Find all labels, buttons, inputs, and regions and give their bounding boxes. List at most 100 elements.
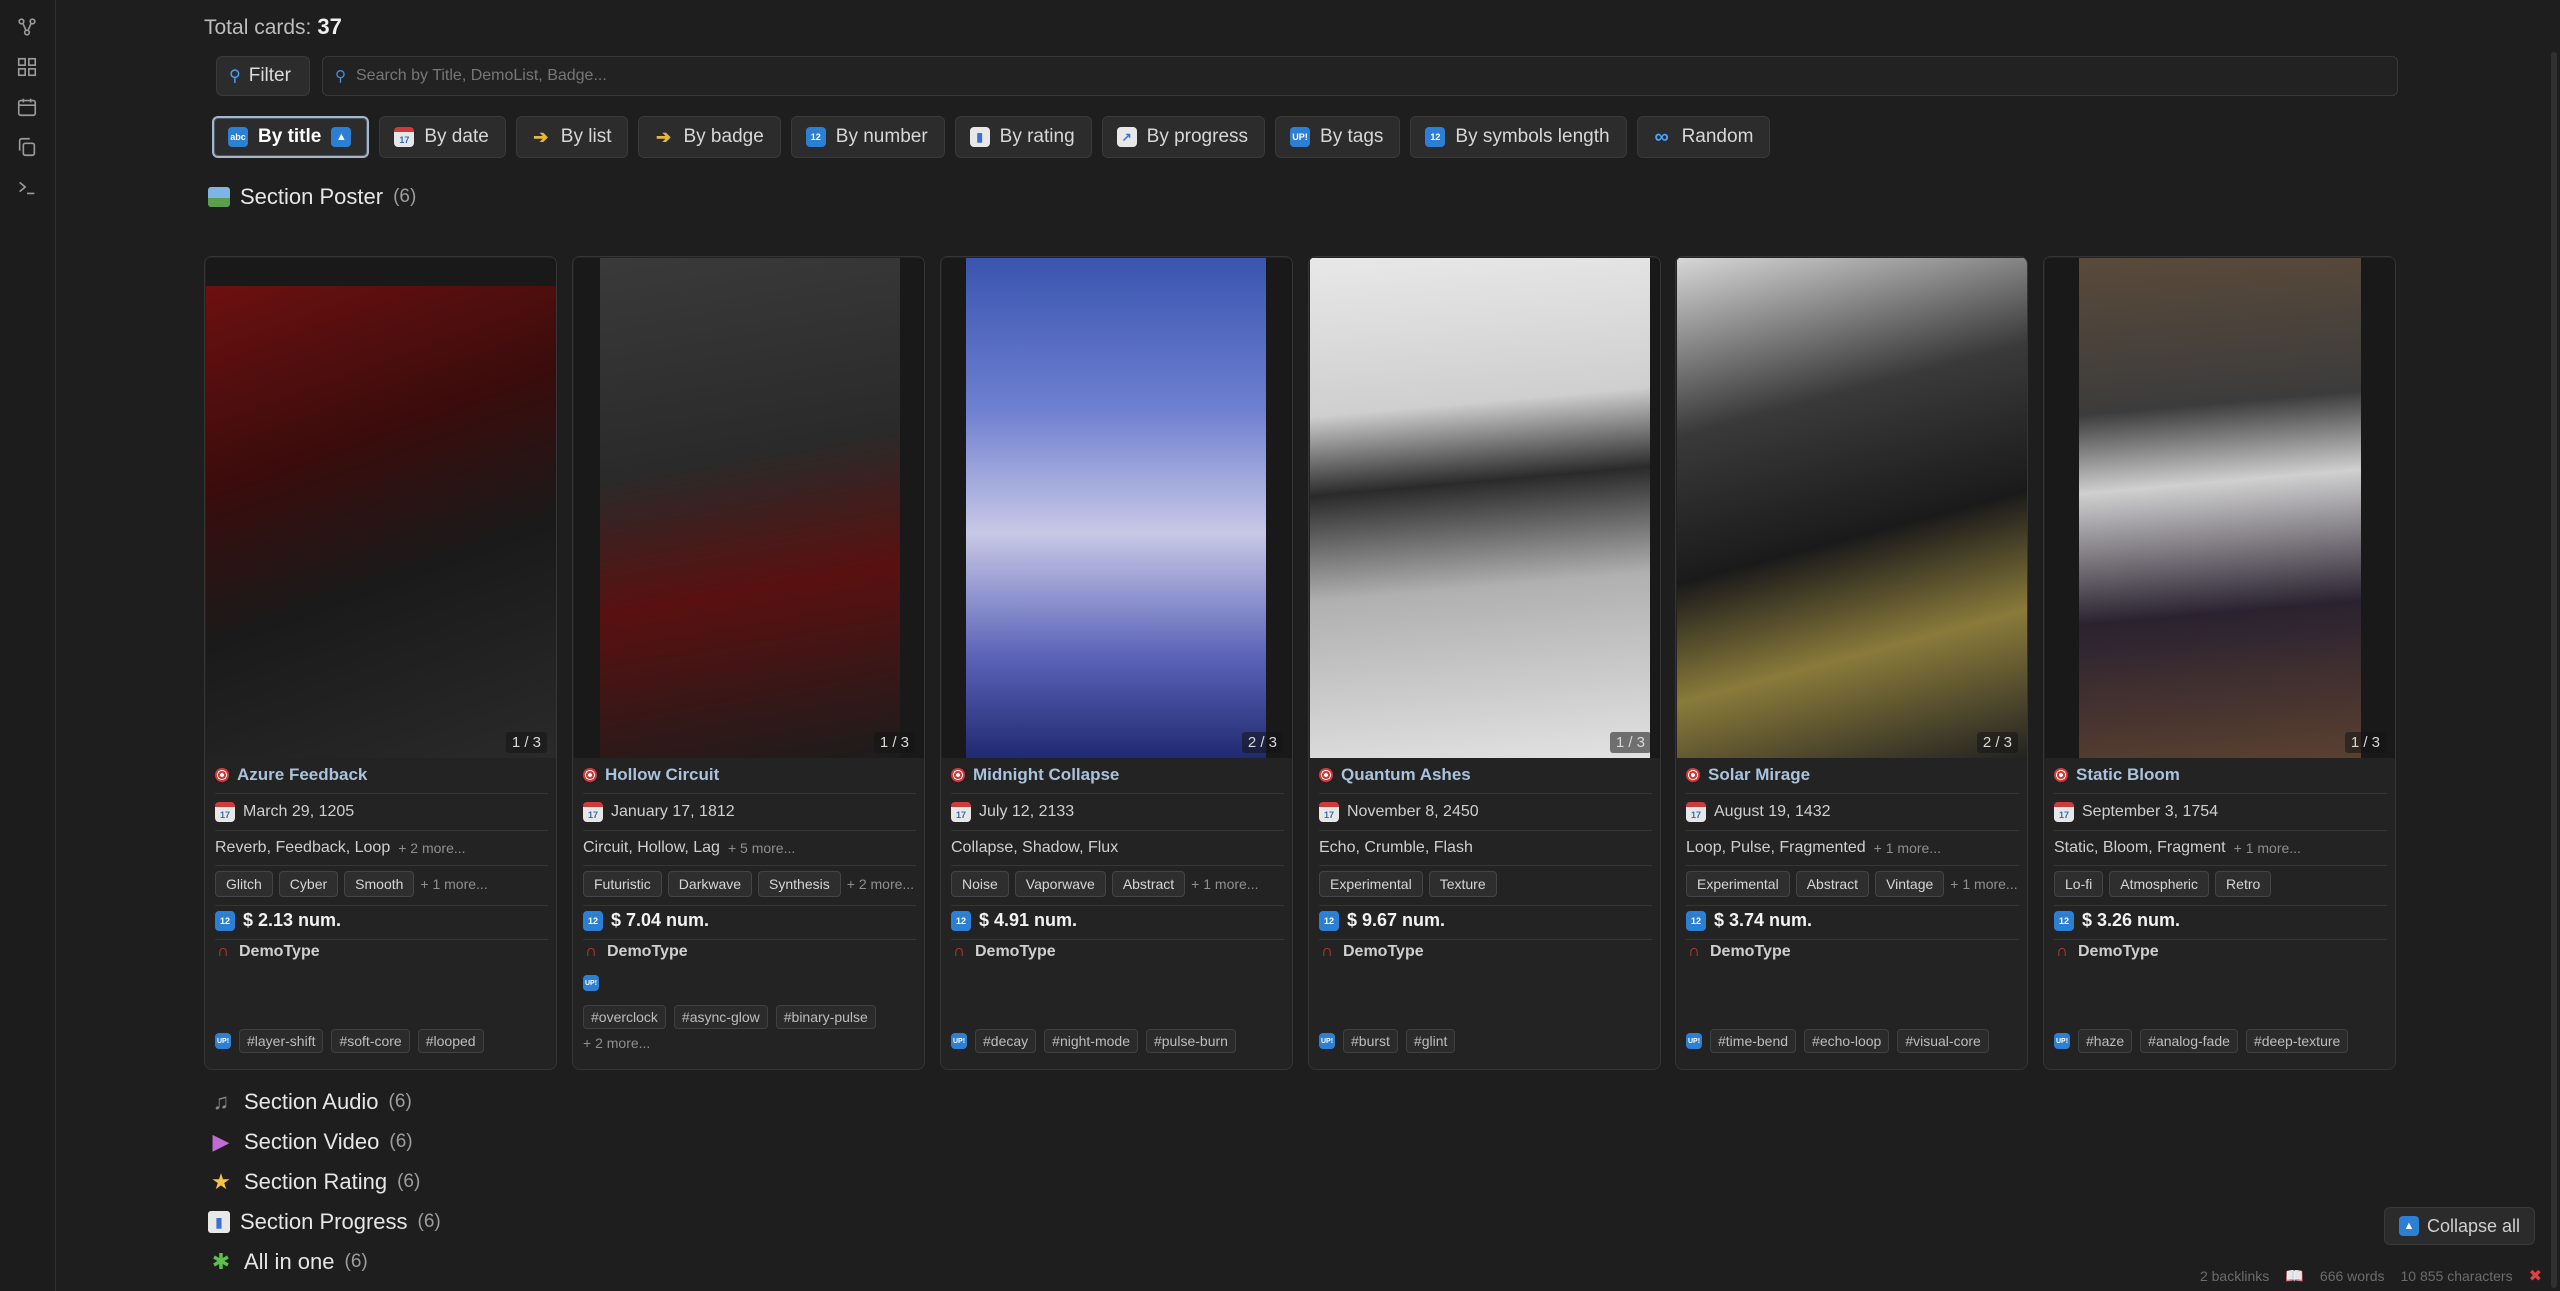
badge-pill[interactable]: Atmospheric — [2109, 871, 2210, 897]
tag-chip[interactable]: #deep-texture — [2245, 1029, 2349, 1053]
card-poster[interactable]: 1 / 3 — [574, 258, 924, 758]
sort-by-date-button[interactable]: 17 By date — [379, 116, 506, 158]
card[interactable]: 1 / 3 Quantum Ashes 17 November 8, 2450 … — [1308, 256, 1661, 1070]
list-more-link[interactable]: + 2 more... — [398, 840, 465, 856]
card-pills-row: Experimental Texture — [1319, 871, 1652, 906]
card-title[interactable]: Static Bloom — [2076, 765, 2180, 785]
search-input[interactable]: ⚲ Search by Title, DemoList, Badge... — [322, 56, 2398, 96]
copy-icon[interactable] — [14, 134, 40, 160]
section-audio-header[interactable]: ♫ Section Audio (6) — [208, 1089, 412, 1115]
badge-pill[interactable]: Synthesis — [758, 871, 841, 897]
card[interactable]: 2 / 3 Midnight Collapse 17 July 12, 2133… — [940, 256, 1293, 1070]
card-poster[interactable]: 2 / 3 — [1677, 258, 2027, 758]
card-poster[interactable]: 1 / 3 — [2045, 258, 2395, 758]
badge-pill[interactable]: Vaporwave — [1014, 871, 1106, 897]
tag-chip[interactable]: #async-glow — [673, 1005, 768, 1029]
badge-pill[interactable]: Lo-fi — [2054, 871, 2104, 897]
tag-chip[interactable]: #layer-shift — [239, 1029, 324, 1053]
poster-pager[interactable]: 1 / 3 — [1609, 732, 1651, 753]
sort-by-progress-button[interactable]: ↗ By progress — [1101, 116, 1266, 158]
badge-pill[interactable]: Smooth — [344, 871, 415, 897]
scrollbar[interactable] — [2551, 52, 2557, 1288]
calendar-icon[interactable] — [14, 94, 40, 120]
list-more-link[interactable]: + 1 more... — [1874, 840, 1941, 856]
section-poster-header[interactable]: Section Poster (6) — [208, 184, 416, 210]
card-title[interactable]: Hollow Circuit — [605, 765, 719, 785]
terminal-icon[interactable] — [14, 174, 40, 200]
badge-pill[interactable]: Vintage — [1875, 871, 1945, 897]
poster-pager[interactable]: 1 / 3 — [873, 732, 915, 753]
section-title: Section Progress — [240, 1209, 408, 1234]
section-progress-header[interactable]: ▮ Section Progress (6) — [208, 1209, 441, 1235]
tag-chip[interactable]: #looped — [417, 1029, 484, 1053]
card[interactable]: 1 / 3 Hollow Circuit 17 January 17, 1812… — [572, 256, 925, 1070]
tag-chip[interactable]: #decay — [975, 1029, 1037, 1053]
tag-chip[interactable]: #burst — [1343, 1029, 1398, 1053]
list-more-link[interactable]: + 5 more... — [728, 840, 795, 856]
tag-chip[interactable]: #analog-fade — [2140, 1029, 2238, 1053]
card[interactable]: 1 / 3 Static Bloom 17 September 3, 1754 … — [2043, 256, 2396, 1070]
sort-by-title-button[interactable]: abc By title ▲ — [212, 116, 370, 158]
card-title[interactable]: Azure Feedback — [237, 765, 367, 785]
sort-by-symbols-length-button[interactable]: 12 By symbols length — [1410, 116, 1627, 158]
tags-more-link[interactable]: + 2 more... — [583, 1035, 650, 1051]
card[interactable]: 2 / 3 Solar Mirage 17 August 19, 1432 Lo… — [1675, 256, 2028, 1070]
sort-label: By date — [424, 126, 489, 147]
tag-chip[interactable]: #binary-pulse — [775, 1005, 876, 1029]
section-video-header[interactable]: ▶ Section Video (6) — [208, 1129, 413, 1155]
tag-chip[interactable]: #night-mode — [1044, 1029, 1138, 1053]
badge-pill[interactable]: Texture — [1428, 871, 1497, 897]
badge-pill[interactable]: Cyber — [278, 871, 339, 897]
sort-by-rating-button[interactable]: ▮ By rating — [954, 116, 1092, 158]
graph-view-icon[interactable] — [14, 14, 40, 40]
badge-pill[interactable]: Experimental — [1686, 871, 1790, 897]
pills-more-link[interactable]: + 1 more... — [1191, 876, 1258, 892]
sort-by-tags-button[interactable]: UP! By tags — [1275, 116, 1401, 158]
target-icon — [1686, 768, 1700, 782]
sort-by-number-button[interactable]: 12 By number — [790, 116, 945, 158]
badge-pill[interactable]: Glitch — [215, 871, 273, 897]
sort-random-button[interactable]: ∞ Random — [1636, 116, 1771, 158]
badge-pill[interactable]: Futuristic — [583, 871, 662, 897]
badge-pill[interactable]: Darkwave — [667, 871, 753, 897]
card-poster[interactable]: 1 / 3 — [1310, 258, 1660, 758]
badge-pill[interactable]: Abstract — [1111, 871, 1186, 897]
list-more-link[interactable]: + 1 more... — [2234, 840, 2301, 856]
badge-pill[interactable]: Retro — [2215, 871, 2272, 897]
badge-pill[interactable]: Experimental — [1319, 871, 1423, 897]
tag-chip[interactable]: #visual-core — [1897, 1029, 1989, 1053]
filter-button[interactable]: ⚲ Filter — [216, 56, 310, 96]
poster-pager[interactable]: 1 / 3 — [505, 732, 547, 753]
dashboard-icon[interactable] — [14, 54, 40, 80]
card-title[interactable]: Midnight Collapse — [973, 765, 1119, 785]
poster-pager[interactable]: 2 / 3 — [1241, 732, 1283, 753]
tag-chip[interactable]: #pulse-burn — [1145, 1029, 1236, 1053]
tag-chip[interactable]: #echo-loop — [1804, 1029, 1890, 1053]
backlinks-count[interactable]: 2 backlinks — [2200, 1268, 2269, 1284]
badge-pill[interactable]: Abstract — [1795, 871, 1870, 897]
poster-pager[interactable]: 2 / 3 — [1976, 732, 2018, 753]
card-poster[interactable]: 2 / 3 — [942, 258, 1292, 758]
sort-by-badge-button[interactable]: ➔ By badge — [638, 116, 781, 158]
tag-chip[interactable]: #soft-core — [331, 1029, 410, 1053]
tag-chip[interactable]: #haze — [2078, 1029, 2133, 1053]
card-title[interactable]: Quantum Ashes — [1341, 765, 1471, 785]
badge-pill[interactable]: Noise — [951, 871, 1009, 897]
section-rating-header[interactable]: ★ Section Rating (6) — [208, 1169, 420, 1195]
collapse-all-button[interactable]: ▲ Collapse all — [2384, 1207, 2536, 1245]
card[interactable]: 1 / 3 Azure Feedback 17 March 29, 1205 R… — [204, 256, 557, 1070]
card-poster[interactable]: 1 / 3 — [206, 258, 556, 758]
section-all-in-one-header[interactable]: ✱ All in one (6) — [208, 1249, 368, 1275]
poster-pager[interactable]: 1 / 3 — [2344, 732, 2386, 753]
pills-more-link[interactable]: + 2 more... — [847, 876, 914, 892]
tag-chip[interactable]: #overclock — [583, 1005, 666, 1029]
poster-image — [2079, 258, 2361, 758]
card-title[interactable]: Solar Mirage — [1708, 765, 1810, 785]
sort-by-list-button[interactable]: ➔ By list — [515, 116, 629, 158]
sync-disabled-icon[interactable]: ✖ — [2529, 1266, 2542, 1286]
tag-chip[interactable]: #time-bend — [1710, 1029, 1797, 1053]
tag-chip[interactable]: #glint — [1405, 1029, 1456, 1053]
pills-more-link[interactable]: + 1 more... — [420, 876, 487, 892]
pills-more-link[interactable]: + 1 more... — [1950, 876, 2017, 892]
book-icon[interactable]: 📖 — [2285, 1267, 2304, 1285]
